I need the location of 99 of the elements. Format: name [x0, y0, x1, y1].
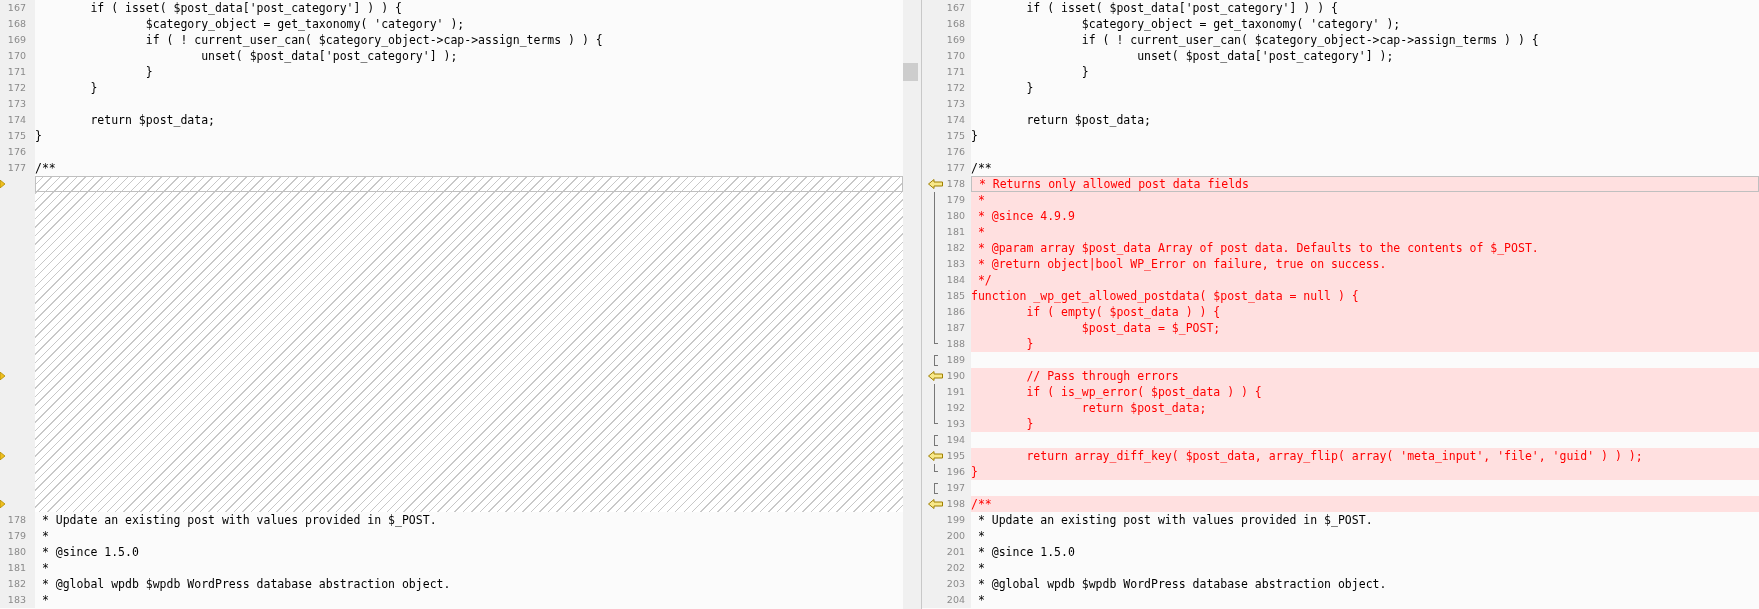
- line-number: 183: [7, 594, 26, 606]
- line-number: 174: [7, 114, 26, 126]
- line-number: 168: [946, 18, 965, 30]
- line-number: 179: [7, 530, 26, 542]
- code-line: unset( $post_data['post_category'] );: [1136, 48, 1395, 64]
- line-number: 169: [946, 34, 965, 46]
- code-line: *: [40, 528, 50, 544]
- code-line: * @global wpdb $wpdb WordPress database abstraction object.: [40, 576, 452, 592]
- line-number: 191: [946, 386, 965, 398]
- left-arrow-icon[interactable]: [927, 499, 943, 509]
- line-number: 188: [946, 338, 965, 350]
- left-arrow-icon[interactable]: [927, 179, 943, 189]
- diff-marker-icon: [0, 452, 5, 460]
- code-line: *: [976, 560, 986, 576]
- line-number: 176: [946, 146, 965, 158]
- line-number: 167: [7, 2, 26, 14]
- line-number: 171: [946, 66, 965, 78]
- line-number: 197: [946, 482, 965, 494]
- bracket-icon: [934, 354, 938, 366]
- left-arrow-icon[interactable]: [927, 371, 943, 381]
- line-number: 178: [7, 514, 26, 526]
- code-line: *: [976, 592, 986, 608]
- code-line: * Update an existing post with values provided in $_POST.: [40, 512, 438, 528]
- code-line: * @since 1.5.0: [976, 544, 1076, 560]
- line-number: 175: [946, 130, 965, 142]
- code-line: }: [89, 80, 99, 96]
- line-number: 180: [7, 546, 26, 558]
- line-number: 173: [7, 98, 26, 110]
- line-number: 174: [946, 114, 965, 126]
- code-line: unset( $post_data['post_category'] );: [200, 48, 459, 64]
- code-line: if ( isset( $post_data['post_category'] ) ) {: [89, 0, 403, 16]
- bracket-icon: [934, 434, 938, 446]
- code-line: *: [40, 560, 50, 576]
- scrollbar-thumb[interactable]: [903, 63, 918, 81]
- line-number: 203: [946, 578, 965, 590]
- code-line: if ( isset( $post_data['post_category'] ) ) {: [1025, 0, 1339, 16]
- code-line: if ( ! current_user_can( $category_object->cap->assign_terms ) ) {: [1080, 32, 1540, 48]
- line-number: 171: [7, 66, 26, 78]
- line-number: 172: [946, 82, 965, 94]
- code-line: /**: [35, 160, 57, 176]
- diff-marker-icon: [0, 500, 5, 508]
- line-number: 181: [7, 562, 26, 574]
- line-number: 184: [946, 274, 965, 286]
- code-line: return $post_data;: [89, 112, 216, 128]
- line-number: 179: [946, 194, 965, 206]
- line-number: 193: [946, 418, 965, 430]
- code-line: }: [1080, 64, 1090, 80]
- line-number: 182: [946, 242, 965, 254]
- line-number: 182: [7, 578, 26, 590]
- scrollbar[interactable]: [903, 0, 921, 609]
- line-number: 178: [946, 178, 965, 190]
- code-line: * Update an existing post with values provided in $_POST.: [976, 512, 1374, 528]
- bracket-icon: [934, 482, 938, 494]
- diff-marker-icon: [0, 180, 5, 188]
- code-line: * @since 1.5.0: [40, 544, 140, 560]
- line-number: 196: [946, 466, 965, 478]
- line-number: 167: [946, 2, 965, 14]
- code-line: *: [40, 592, 50, 608]
- code-line: }: [1025, 80, 1035, 96]
- line-number: 180: [946, 210, 965, 222]
- line-number: 175: [7, 130, 26, 142]
- code-line: }: [144, 64, 154, 80]
- line-number: 195: [946, 450, 965, 462]
- line-number: 168: [7, 18, 26, 30]
- code-line: /**: [971, 160, 993, 176]
- code-line: if ( ! current_user_can( $category_object->cap->assign_terms ) ) {: [144, 32, 604, 48]
- line-number: 183: [946, 258, 965, 270]
- code-line: }: [971, 128, 979, 144]
- line-number: 192: [946, 402, 965, 414]
- code-line: *: [976, 528, 986, 544]
- line-number: 190: [946, 370, 965, 382]
- line-number: 189: [946, 354, 965, 366]
- code-line: }: [35, 128, 43, 144]
- line-number: 170: [7, 50, 26, 62]
- line-number: 194: [946, 434, 965, 446]
- code-line: $category_object = get_taxonomy( 'category' );: [144, 16, 466, 32]
- code-line: return $post_data;: [1025, 112, 1152, 128]
- line-number: 186: [946, 306, 965, 318]
- line-number: 172: [7, 82, 26, 94]
- line-number: 176: [7, 146, 26, 158]
- left-arrow-icon[interactable]: [927, 451, 943, 461]
- line-number: 201: [946, 546, 965, 558]
- line-number: 187: [946, 322, 965, 334]
- bracket-icon: [934, 464, 938, 472]
- line-number: 177: [946, 162, 965, 174]
- line-number: 204: [946, 594, 965, 606]
- code-line: * @global wpdb $wpdb WordPress database abstraction object.: [976, 576, 1388, 592]
- line-number: 181: [946, 226, 965, 238]
- diff-marker-icon: [0, 372, 5, 380]
- line-number: 200: [946, 530, 965, 542]
- line-number: 199: [946, 514, 965, 526]
- line-number: 169: [7, 34, 26, 46]
- line-number: 173: [946, 98, 965, 110]
- line-number: 202: [946, 562, 965, 574]
- line-number: 185: [946, 290, 965, 302]
- code-line: $category_object = get_taxonomy( 'category' );: [1080, 16, 1402, 32]
- line-number: 177: [7, 162, 26, 174]
- line-number: 170: [946, 50, 965, 62]
- line-number: 198: [946, 498, 965, 510]
